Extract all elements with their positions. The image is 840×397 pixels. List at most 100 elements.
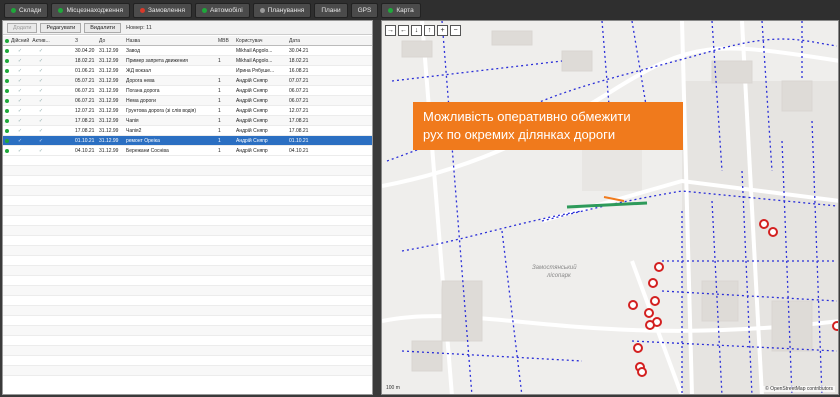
cell-user: Ирина Рябуше...: [236, 67, 275, 74]
cell-user: Андрій Сняпр: [236, 107, 268, 114]
tab-6[interactable]: GPS: [350, 2, 379, 18]
restriction-marker[interactable]: [648, 278, 658, 288]
cell-date: 01.10.21: [289, 137, 309, 144]
cell-to: 31.12.99: [99, 47, 119, 54]
cell-date: 06.07.21: [289, 97, 309, 104]
empty-row: [3, 336, 372, 346]
table-row[interactable]: ✓ ✓ 04.10.21 31.12.99 Бережани Сосніва 1 Андрі…: [3, 146, 372, 156]
restriction-marker[interactable]: [650, 296, 660, 306]
empty-row: [3, 166, 372, 176]
checkmark-icon[interactable]: ✓: [9, 108, 29, 114]
checkmark-icon[interactable]: ✓: [9, 148, 29, 154]
cell-mvv: 1: [218, 117, 221, 124]
callout-line-1: Можливість оперативно обмежити: [423, 109, 631, 124]
cell-to: 31.12.99: [99, 77, 119, 84]
map-control-button[interactable]: ←: [398, 25, 409, 36]
add-button[interactable]: Додати: [7, 22, 38, 33]
checkmark-icon[interactable]: ✓: [29, 128, 51, 134]
checkmark-icon[interactable]: ✓: [9, 88, 29, 94]
restriction-marker[interactable]: [633, 343, 643, 353]
park-label: Замостянський: [532, 264, 577, 271]
table-row[interactable]: ✓ ✓ 01.10.21 31.12.99 ремонт Ореіка 1 Андрій С…: [3, 136, 372, 146]
cell-mvv: 1: [218, 77, 221, 84]
table-row[interactable]: ✓ ✓ 06.07.21 31.12.99 Погана дорога 1 Андрій С…: [3, 86, 372, 96]
map-control-button[interactable]: ↓: [411, 25, 422, 36]
checkmark-icon[interactable]: ✓: [9, 118, 29, 124]
empty-row: [3, 186, 372, 196]
cell-name: Погана дорога: [126, 87, 160, 94]
checkmark-icon[interactable]: ✓: [29, 98, 51, 104]
checkmark-icon[interactable]: ✓: [9, 48, 29, 54]
table-row[interactable]: ✓ ✓ 05.07.21 31.12.99 Дорога нева 1 Андрій Сня…: [3, 76, 372, 86]
checkmark-icon[interactable]: ✓: [29, 108, 51, 114]
tab-3[interactable]: Автомобілі: [195, 2, 250, 18]
tab-2[interactable]: Замовлення: [132, 2, 193, 18]
checkmark-icon[interactable]: ✓: [29, 58, 51, 64]
cell-to: 31.12.99: [99, 137, 119, 144]
column-header[interactable]: Актив...: [29, 38, 51, 44]
table-row[interactable]: ✓ ✓ 01.06.21 31.12.99 ЖД вокзал Ирина Рябуше.…: [3, 66, 372, 76]
table-row[interactable]: ✓ ✓ 17.08.21 31.12.99 Чапія2 1 Андрій Сняпр 17.…: [3, 126, 372, 136]
restriction-marker[interactable]: [628, 300, 638, 310]
tab-1[interactable]: Місцезнаходження: [51, 2, 130, 18]
edit-button[interactable]: Редагувати: [40, 22, 82, 33]
table-row[interactable]: ✓ ✓ 06.07.21 31.12.99 Нема дороги 1 Андрій Сня…: [3, 96, 372, 106]
restriction-marker[interactable]: [637, 367, 647, 377]
checkmark-icon[interactable]: ✓: [29, 48, 51, 54]
column-header[interactable]: Дата: [287, 38, 337, 44]
empty-row: [3, 286, 372, 296]
tab-4[interactable]: Планування: [252, 2, 312, 18]
checkmark-icon[interactable]: ✓: [29, 78, 51, 84]
restriction-marker[interactable]: [644, 308, 654, 318]
restriction-marker[interactable]: [759, 219, 769, 229]
checkmark-icon[interactable]: ✓: [29, 118, 51, 124]
checkmark-icon[interactable]: ✓: [9, 128, 29, 134]
cell-from: 17.08.21: [75, 117, 95, 124]
table-row[interactable]: ✓ ✓ 18.02.21 31.12.99 Пример запрета движени…: [3, 56, 372, 66]
tab-label: Місцезнаходження: [66, 6, 123, 14]
restrictions-panel: Додати Редагувати Видалити Номер: 11 Дій…: [2, 20, 373, 395]
restriction-marker[interactable]: [645, 320, 655, 330]
empty-row: [3, 356, 372, 366]
map-control-button[interactable]: ↑: [424, 25, 435, 36]
restriction-marker[interactable]: [654, 262, 664, 272]
column-header[interactable]: Користувач: [234, 38, 287, 44]
cell-to: 31.12.99: [99, 87, 119, 94]
column-header[interactable]: МВВ: [216, 38, 234, 44]
cell-from: 18.02.21: [75, 57, 95, 64]
checkmark-icon[interactable]: ✓: [9, 58, 29, 64]
table-row[interactable]: ✓ ✓ 17.08.21 31.12.99 Чапія 1 Андрій Сняпр 17.0…: [3, 116, 372, 126]
table-header: Дійсний Актив... З До Назва МВВ Користувач Дата: [3, 36, 372, 46]
checkmark-icon[interactable]: ✓: [29, 68, 51, 74]
checkmark-icon[interactable]: ✓: [9, 78, 29, 84]
map-view[interactable]: Замостянський лісопарк → ← ↓ ↑ + − 100 m © Op…: [381, 20, 839, 395]
column-header[interactable]: З: [51, 38, 97, 44]
cell-from: 05.07.21: [75, 77, 95, 84]
column-header[interactable]: До: [97, 38, 124, 44]
checkmark-icon[interactable]: ✓: [9, 68, 29, 74]
column-header[interactable]: Дійсний: [9, 38, 29, 44]
table-row[interactable]: ✓ ✓ 12.07.21 31.12.99 Грунтова дорога (зі сл…: [3, 106, 372, 116]
checkmark-icon[interactable]: ✓: [9, 98, 29, 104]
tab-5[interactable]: Плани: [314, 2, 348, 18]
tab-0[interactable]: Склади: [4, 2, 49, 18]
table-row[interactable]: ✓ ✓ 30.04.20 31.12.99 Завод Mikhail Apgolo...…: [3, 46, 372, 56]
map-control-button[interactable]: +: [437, 25, 448, 36]
restriction-marker[interactable]: [832, 321, 838, 331]
restriction-marker[interactable]: [768, 227, 778, 237]
scale-bar: 100 m: [386, 385, 400, 391]
cell-from: 04.10.21: [75, 147, 95, 154]
status-dot-icon: [259, 7, 265, 13]
column-header[interactable]: Назва: [124, 38, 216, 44]
checkmark-icon[interactable]: ✓: [29, 88, 51, 94]
cell-date: 30.04.21: [289, 47, 309, 54]
tab-7[interactable]: Карта: [381, 2, 421, 18]
checkmark-icon[interactable]: ✓: [29, 138, 51, 144]
delete-button[interactable]: Видалити: [84, 22, 122, 33]
map-control-button[interactable]: →: [385, 25, 396, 36]
callout-banner: Можливість оперативно обмежити рух по ок…: [413, 102, 683, 150]
checkmark-icon[interactable]: ✓: [29, 148, 51, 154]
map-control-button[interactable]: −: [450, 25, 461, 36]
map-canvas[interactable]: Замостянський лісопарк: [382, 21, 839, 395]
checkmark-icon[interactable]: ✓: [9, 138, 29, 144]
